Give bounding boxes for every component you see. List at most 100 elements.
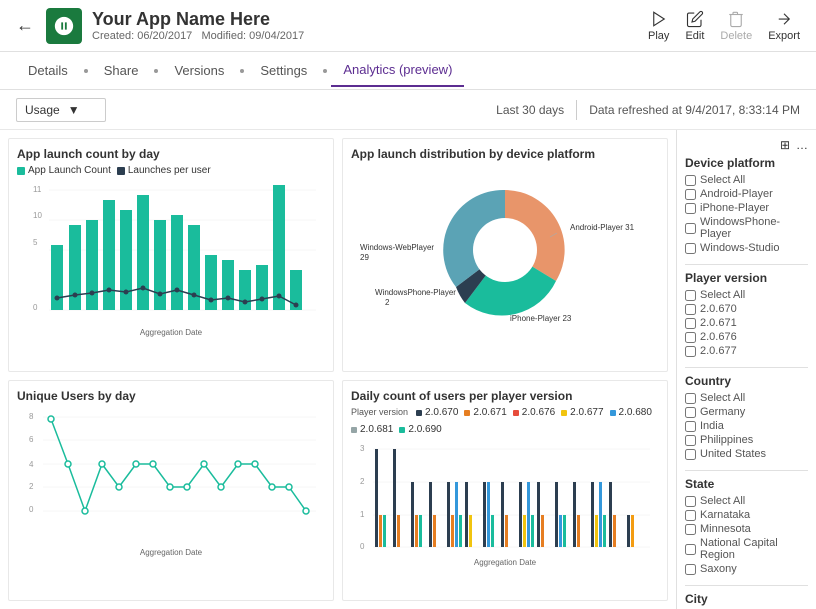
toolbar: Usage ▼ Last 30 days Data refreshed at 9… <box>0 90 816 130</box>
sidebar-item-2676[interactable]: 2.0.676 <box>685 331 808 343</box>
checkbox-minnesota[interactable] <box>685 524 696 535</box>
tab-versions[interactable]: Versions <box>162 55 236 86</box>
checkbox-windowsphone[interactable] <box>685 223 696 234</box>
tab-analytics[interactable]: Analytics (preview) <box>331 54 464 87</box>
sidebar-item-select-all-device[interactable]: Select All <box>685 174 808 186</box>
back-button[interactable]: ← <box>16 15 34 36</box>
checkbox-2671[interactable] <box>685 318 696 329</box>
distribution-svg-container: Android-Player 31 iPhone-Player 23 iPhon… <box>351 165 659 338</box>
checkbox-ncr[interactable] <box>685 544 696 555</box>
legend-2690: 2.0.690 <box>399 424 441 435</box>
checkbox-select-all-device[interactable] <box>685 175 696 186</box>
tab-share[interactable]: Share <box>92 55 151 86</box>
svg-text:11: 11 <box>33 185 42 194</box>
sidebar: ⊞ … Device platform Select All Android-P… <box>676 130 816 609</box>
sidebar-item-windowsphone[interactable]: WindowsPhone-Player <box>685 216 808 240</box>
checkbox-select-all-state[interactable] <box>685 496 696 507</box>
sidebar-item-iphone[interactable]: iPhone-Player <box>685 202 808 214</box>
svg-text:29: 29 <box>360 253 369 262</box>
usage-dropdown[interactable]: Usage ▼ <box>16 98 106 122</box>
tab-details[interactable]: Details <box>16 55 80 86</box>
checkbox-germany[interactable] <box>685 407 696 418</box>
launch-count-svg-container: 11 10 5 0 <box>17 180 325 343</box>
app-title-block: Your App Name Here Created: 06/20/2017 M… <box>92 9 648 42</box>
nav-dot-4 <box>323 69 327 73</box>
svg-text:8: 8 <box>29 412 34 421</box>
sidebar-item-select-all-country[interactable]: Select All <box>685 392 808 404</box>
device-platform-section: Device platform Select All Android-Playe… <box>685 156 808 254</box>
svg-text:Aggregation Date: Aggregation Date <box>474 558 537 567</box>
sidebar-item-ncr[interactable]: National Capital Region <box>685 537 808 561</box>
edit-button[interactable]: Edit <box>685 10 704 42</box>
chevron-down-icon: ▼ <box>68 103 80 117</box>
sidebar-divider-1 <box>685 264 808 265</box>
sidebar-item-select-all-state[interactable]: Select All <box>685 495 808 507</box>
daily-count-svg-container: 3 2 1 0 <box>351 439 659 572</box>
more-icon[interactable]: … <box>796 138 808 152</box>
svg-text:2: 2 <box>29 482 34 491</box>
nav-dot-1 <box>84 69 88 73</box>
checkbox-india[interactable] <box>685 421 696 432</box>
distribution-title: App launch distribution by device platfo… <box>351 147 659 161</box>
checkbox-iphone[interactable] <box>685 203 696 214</box>
checkbox-select-all-player[interactable] <box>685 290 696 301</box>
launch-count-chart: App launch count by day App Launch Count… <box>8 138 334 372</box>
svg-text:0: 0 <box>33 303 38 312</box>
grid-icon[interactable]: ⊞ <box>780 138 790 152</box>
nav-tabs: Details Share Versions Settings Analytic… <box>0 52 816 90</box>
device-platform-title: Device platform <box>685 156 808 170</box>
sidebar-item-india[interactable]: India <box>685 420 808 432</box>
checkbox-philippines[interactable] <box>685 435 696 446</box>
svg-text:2: 2 <box>360 477 365 486</box>
legend-launches-per-user: Launches per user <box>117 165 211 176</box>
unique-users-svg-container: 8 6 4 2 0 <box>17 407 325 565</box>
svg-text:0: 0 <box>29 505 34 514</box>
sidebar-item-germany[interactable]: Germany <box>685 406 808 418</box>
refresh-info: Data refreshed at 9/4/2017, 8:33:14 PM <box>589 103 800 117</box>
checkbox-karnataka[interactable] <box>685 510 696 521</box>
charts-grid: App launch count by day App Launch Count… <box>8 138 668 601</box>
checkbox-2676[interactable] <box>685 332 696 343</box>
sidebar-item-2670[interactable]: 2.0.670 <box>685 303 808 315</box>
sidebar-item-2677[interactable]: 2.0.677 <box>685 345 808 357</box>
nav-dot-2 <box>154 69 158 73</box>
header: ← Your App Name Here Created: 06/20/2017… <box>0 0 816 52</box>
launch-count-title: App launch count by day <box>17 147 325 161</box>
unique-users-svg: 8 6 4 2 0 <box>17 407 325 562</box>
svg-text:0: 0 <box>360 542 365 551</box>
app-meta: Created: 06/20/2017 Modified: 09/04/2017 <box>92 30 648 42</box>
sidebar-item-saxony[interactable]: Saxony <box>685 563 808 575</box>
tab-settings[interactable]: Settings <box>248 55 319 86</box>
country-section: Country Select All Germany India Philipp… <box>685 374 808 460</box>
checkbox-2670[interactable] <box>685 304 696 315</box>
daily-count-svg: 3 2 1 0 <box>351 439 659 569</box>
svg-text:1: 1 <box>360 510 365 519</box>
checkbox-windows-studio[interactable] <box>685 243 696 254</box>
charts-area: App launch count by day App Launch Count… <box>0 130 676 609</box>
checkbox-us[interactable] <box>685 449 696 460</box>
sidebar-item-philippines[interactable]: Philippines <box>685 434 808 446</box>
sidebar-item-karnataka[interactable]: Karnataka <box>685 509 808 521</box>
export-button[interactable]: Export <box>768 10 800 42</box>
checkbox-2677[interactable] <box>685 346 696 357</box>
checkbox-android[interactable] <box>685 189 696 200</box>
svg-text:3: 3 <box>360 444 365 453</box>
checkbox-select-all-country[interactable] <box>685 393 696 404</box>
country-title: Country <box>685 374 808 388</box>
play-button[interactable]: Play <box>648 10 669 42</box>
sidebar-item-select-all-player[interactable]: Select All <box>685 289 808 301</box>
svg-text:WindowsPhone-Player: WindowsPhone-Player <box>375 288 456 297</box>
sidebar-divider-3 <box>685 470 808 471</box>
sidebar-item-us[interactable]: United States <box>685 448 808 460</box>
daily-count-chart: Daily count of users per player version … <box>342 380 668 601</box>
date-range: Last 30 days <box>496 103 564 117</box>
sidebar-item-minnesota[interactable]: Minnesota <box>685 523 808 535</box>
legend-2676: 2.0.676 <box>513 407 555 418</box>
sidebar-item-2671[interactable]: 2.0.671 <box>685 317 808 329</box>
svg-text:10: 10 <box>33 211 42 220</box>
header-actions: Play Edit Delete Export <box>648 10 800 42</box>
checkbox-saxony[interactable] <box>685 564 696 575</box>
sidebar-item-windows-studio[interactable]: Windows-Studio <box>685 242 808 254</box>
delete-button[interactable]: Delete <box>720 10 752 42</box>
sidebar-item-android[interactable]: Android-Player <box>685 188 808 200</box>
